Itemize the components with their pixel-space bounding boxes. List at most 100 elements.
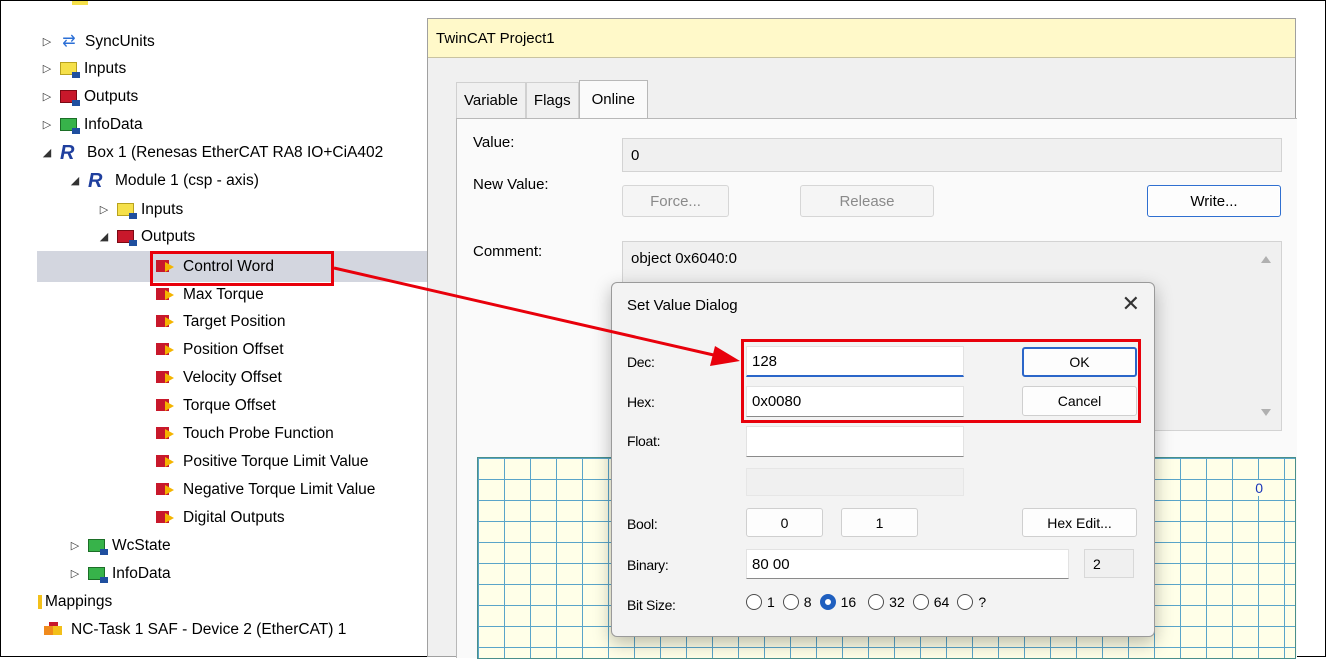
box-device-icon: R xyxy=(60,141,75,164)
output-folder-icon xyxy=(117,230,137,246)
tree-item-digital-outputs[interactable]: Digital Outputs xyxy=(156,504,285,531)
module-icon: R xyxy=(88,169,103,192)
binary-input[interactable]: 80 00 xyxy=(746,549,1069,579)
tree-item-velocity-offset[interactable]: Velocity Offset xyxy=(156,364,282,391)
comment-label: Comment: xyxy=(473,243,543,260)
highlight-control-word xyxy=(150,251,334,286)
bitsize-radio-unknown[interactable]: ? xyxy=(957,594,986,610)
solution-tree: ▷ ⇄ SyncUnits ▷ Inputs ▷ Outputs ▷ InfoD… xyxy=(0,0,440,657)
window-title: TwinCAT Project1 xyxy=(428,19,1295,58)
write-button[interactable]: Write... xyxy=(1147,185,1281,217)
output-variable-icon xyxy=(156,454,176,469)
mappings-icon xyxy=(38,594,42,609)
expand-arrow-icon[interactable]: ▷ xyxy=(40,90,54,103)
radio-label: 32 xyxy=(889,594,905,610)
tree-item-label: Torque Offset xyxy=(183,396,276,414)
output-variable-icon xyxy=(156,370,176,385)
tree-item-label: Touch Probe Function xyxy=(183,424,334,442)
tree-item-negative-torque-limit[interactable]: Negative Torque Limit Value xyxy=(156,476,375,503)
release-button[interactable]: Release xyxy=(800,185,934,217)
tree-item-label: Module 1 (csp - axis) xyxy=(115,171,259,189)
tree-item-module1[interactable]: ◢ R Module 1 (csp - axis) xyxy=(68,167,259,194)
expand-arrow-icon[interactable]: ▷ xyxy=(40,62,54,75)
output-folder-icon xyxy=(60,90,80,106)
tab-variable[interactable]: Variable xyxy=(456,82,526,118)
tree-item-target-position[interactable]: Target Position xyxy=(156,308,286,335)
expand-arrow-icon[interactable]: ▷ xyxy=(97,203,111,216)
infodata-folder-icon xyxy=(88,567,108,583)
tree-item-syncunits[interactable]: ▷ ⇄ SyncUnits xyxy=(40,28,155,55)
input-folder-icon xyxy=(117,203,137,219)
collapse-arrow-icon[interactable]: ◢ xyxy=(97,230,111,243)
radio-circle-icon xyxy=(746,594,762,610)
tree-item-module-outputs[interactable]: ◢ Outputs xyxy=(97,223,195,250)
tree-item-position-offset[interactable]: Position Offset xyxy=(156,336,284,363)
tree-item-nc-task[interactable]: NC-Task 1 SAF - Device 2 (EtherCAT) 1 xyxy=(44,616,346,643)
infodata-folder-icon xyxy=(60,118,80,134)
radio-label: 64 xyxy=(933,594,950,610)
bitsize-radio-32[interactable]: 32 xyxy=(868,594,905,610)
tree-item-label: WcState xyxy=(112,536,171,554)
expand-arrow-icon[interactable]: ▷ xyxy=(40,35,54,48)
new-value-label: New Value: xyxy=(473,176,549,193)
tree-item-wcstate[interactable]: ▷ WcState xyxy=(68,532,171,559)
tree-item-inputs[interactable]: ▷ Inputs xyxy=(40,55,126,82)
bitsize-radio-8[interactable]: 8 xyxy=(782,594,812,610)
hex-edit-button[interactable]: Hex Edit... xyxy=(1022,508,1137,537)
float-secondary-field xyxy=(746,468,964,496)
collapse-arrow-icon[interactable]: ◢ xyxy=(40,146,54,159)
radio-circle-icon xyxy=(912,594,929,610)
bool-1-button[interactable]: 1 xyxy=(841,508,918,537)
highlight-dec-hex-fields xyxy=(741,339,1141,423)
wcstate-folder-icon xyxy=(88,539,108,555)
tree-item-module-infodata[interactable]: ▷ InfoData xyxy=(68,560,171,587)
close-icon[interactable]: ✕ xyxy=(1122,291,1140,317)
tab-online[interactable]: Online xyxy=(578,80,648,118)
expand-arrow-icon[interactable]: ▷ xyxy=(68,567,82,580)
bitsize-radio-64[interactable]: 64 xyxy=(912,594,950,610)
expand-arrow-icon[interactable]: ▷ xyxy=(68,539,82,552)
dialog-title: Set Value Dialog xyxy=(627,297,738,314)
tree-item-torque-offset[interactable]: Torque Offset xyxy=(156,392,276,419)
tab-flags[interactable]: Flags xyxy=(525,82,579,118)
tree-item-label: Digital Outputs xyxy=(183,508,285,526)
output-variable-icon xyxy=(156,398,176,413)
tree-item-positive-torque-limit[interactable]: Positive Torque Limit Value xyxy=(156,448,369,475)
output-variable-icon xyxy=(156,426,176,441)
tree-item-label: Max Torque xyxy=(183,285,264,303)
float-input[interactable] xyxy=(746,426,964,457)
input-folder-icon xyxy=(60,62,80,78)
output-variable-icon xyxy=(156,287,176,302)
scroll-up-icon[interactable] xyxy=(1261,256,1271,263)
tree-item-label: InfoData xyxy=(84,115,143,133)
value-label: Value: xyxy=(473,134,515,151)
expand-arrow-icon[interactable]: ▷ xyxy=(40,118,54,131)
tree-item-label: Velocity Offset xyxy=(183,368,282,386)
bitsize-label: Bit Size: xyxy=(627,597,676,613)
bitsize-radio-1[interactable]: 1 xyxy=(746,594,775,610)
tree-item-label: Negative Torque Limit Value xyxy=(183,480,376,498)
tree-item-touch-probe-function[interactable]: Touch Probe Function xyxy=(156,420,334,447)
force-button[interactable]: Force... xyxy=(622,185,729,217)
tree-item-module-inputs[interactable]: ▷ Inputs xyxy=(97,196,183,223)
output-variable-icon xyxy=(156,482,176,497)
tree-item-infodata[interactable]: ▷ InfoData xyxy=(40,111,143,138)
bool-0-button[interactable]: 0 xyxy=(746,508,823,537)
set-value-dialog: Set Value Dialog ✕ Dec: 128 Hex: 0x0080 … xyxy=(611,282,1155,637)
tree-item-label: Position Offset xyxy=(183,340,284,358)
tree-item-mappings[interactable]: Mappings xyxy=(38,588,112,615)
radio-label: 8 xyxy=(803,594,812,610)
chart-value-label: 0 xyxy=(1253,480,1265,496)
value-display: 0 xyxy=(622,138,1282,172)
radio-label: 1 xyxy=(767,594,775,610)
binary-label: Binary: xyxy=(627,557,669,573)
tree-item-box1[interactable]: ◢ R Box 1 (Renesas EtherCAT RA8 IO+CiA40… xyxy=(40,139,383,166)
collapse-arrow-icon[interactable]: ◢ xyxy=(68,174,82,187)
sync-icon: ⇄ xyxy=(62,32,76,50)
scroll-down-icon[interactable] xyxy=(1261,409,1271,416)
bitsize-radio-16[interactable]: 16 xyxy=(819,594,856,610)
radio-circle-icon xyxy=(957,594,974,610)
tree-item-outputs[interactable]: ▷ Outputs xyxy=(40,83,138,110)
binary-length-field[interactable]: 2 xyxy=(1084,549,1134,578)
hex-label: Hex: xyxy=(627,394,655,410)
